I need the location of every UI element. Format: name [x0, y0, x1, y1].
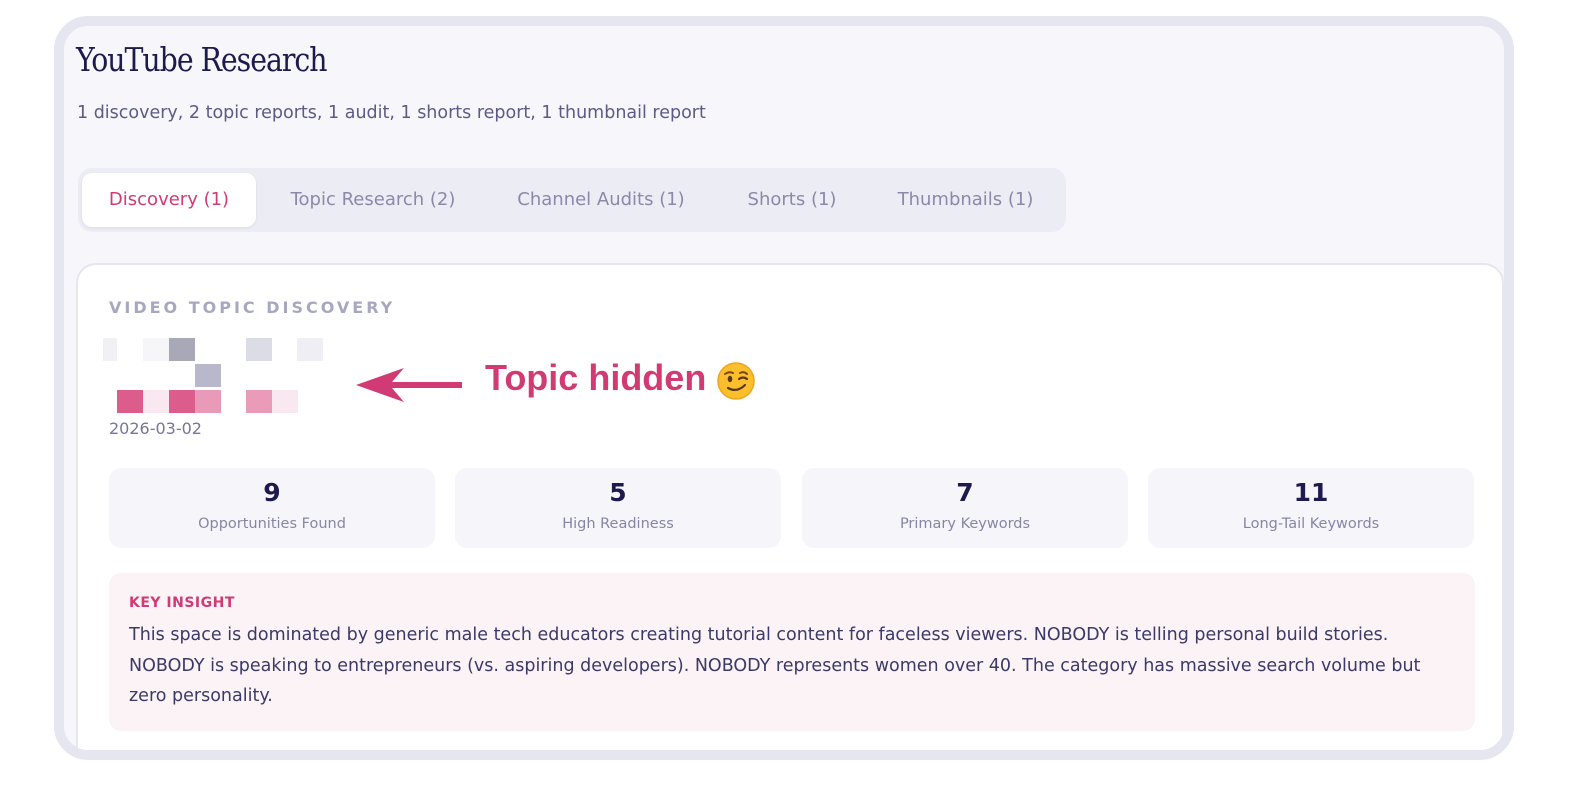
discovery-card: VIDEO TOPIC DISCOVERY Topic hidden 2026-…: [76, 263, 1504, 750]
stat-primary-keywords: 7 Primary Keywords: [802, 468, 1128, 548]
card-eyebrow: VIDEO TOPIC DISCOVERY: [109, 298, 396, 317]
arrow-left-icon: [356, 368, 462, 402]
stat-value: 5: [609, 478, 627, 507]
tab-shorts[interactable]: Shorts (1): [730, 173, 854, 227]
stat-label: High Readiness: [562, 516, 674, 532]
stat-long-tail-keywords: 11 Long-Tail Keywords: [1148, 468, 1474, 548]
report-tabs: Discovery (1) Topic Research (2) Channel…: [78, 168, 1066, 232]
stat-value: 11: [1293, 478, 1329, 507]
report-date: 2026-03-02: [109, 419, 202, 438]
research-panel: YouTube Research 1 discovery, 2 topic re…: [54, 16, 1514, 760]
stat-value: 7: [956, 478, 974, 507]
tab-topic-research[interactable]: Topic Research (2): [268, 173, 478, 227]
key-insight-label: KEY INSIGHT: [129, 595, 235, 611]
page-subtitle: 1 discovery, 2 topic reports, 1 audit, 1…: [77, 103, 706, 123]
pixelated-topic-title: [103, 338, 323, 413]
stat-label: Long-Tail Keywords: [1242, 516, 1380, 532]
winking-face-icon: [717, 362, 755, 400]
stat-high-readiness: 5 High Readiness: [455, 468, 781, 548]
stat-label: Primary Keywords: [899, 516, 1031, 532]
tab-thumbnails[interactable]: Thumbnails (1): [878, 173, 1053, 227]
stat-opportunities: 9 Opportunities Found: [109, 468, 435, 548]
tab-channel-audits[interactable]: Channel Audits (1): [501, 173, 701, 227]
stat-label: Opportunities Found: [198, 516, 346, 532]
tab-discovery[interactable]: Discovery (1): [82, 173, 256, 227]
key-insight-box: KEY INSIGHT This space is dominated by g…: [109, 573, 1475, 731]
key-insight-text: This space is dominated by generic male …: [129, 625, 1421, 706]
page-title: YouTube Research: [76, 40, 328, 79]
topic-hidden-annotation: Topic hidden: [485, 357, 707, 398]
stat-value: 9: [263, 478, 281, 507]
